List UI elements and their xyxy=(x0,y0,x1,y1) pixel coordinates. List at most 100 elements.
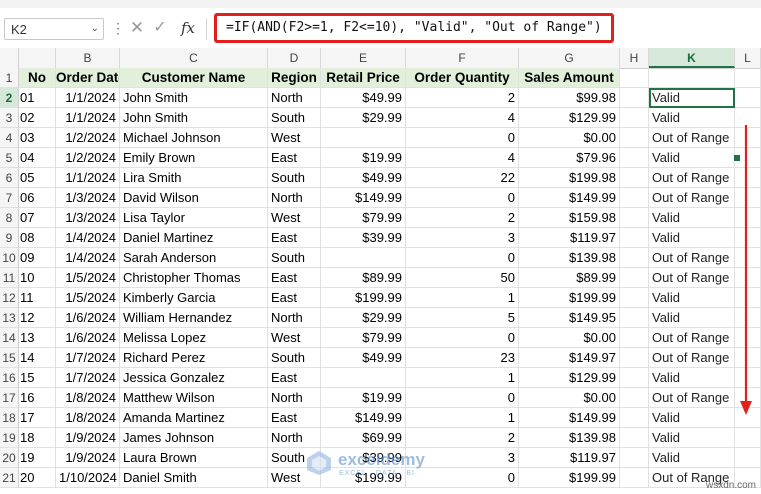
row-header[interactable]: 10 xyxy=(0,248,19,268)
row-header[interactable]: 9 xyxy=(0,228,19,248)
cell-no[interactable]: 18 xyxy=(19,428,56,448)
cell-sales-amount[interactable]: $119.97 xyxy=(519,448,620,468)
column-header-f[interactable]: F xyxy=(406,48,519,68)
cell-retail-price[interactable] xyxy=(321,248,406,268)
select-all-corner[interactable] xyxy=(0,48,19,68)
header-region[interactable]: Region xyxy=(268,68,321,88)
cell-retail-price[interactable]: $69.99 xyxy=(321,428,406,448)
empty-cell[interactable] xyxy=(620,188,649,208)
cell-order-quantity[interactable]: 2 xyxy=(406,208,519,228)
empty-cell[interactable] xyxy=(649,68,735,88)
cell-sales-amount[interactable]: $149.95 xyxy=(519,308,620,328)
cell-retail-price[interactable]: $39.99 xyxy=(321,228,406,248)
empty-cell[interactable] xyxy=(620,88,649,108)
cell-sales-amount[interactable]: $0.00 xyxy=(519,128,620,148)
cell-region[interactable]: West xyxy=(268,128,321,148)
cell-region[interactable]: South xyxy=(268,248,321,268)
cell-no[interactable]: 08 xyxy=(19,228,56,248)
cell-order-date[interactable]: 1/4/2024 xyxy=(56,228,120,248)
cell-validation-result[interactable]: Out of Range xyxy=(649,388,735,408)
cell-no[interactable]: 04 xyxy=(19,148,56,168)
empty-cell[interactable] xyxy=(620,328,649,348)
cell-region[interactable]: South xyxy=(268,168,321,188)
cell-no[interactable]: 10 xyxy=(19,268,56,288)
cell-order-quantity[interactable]: 1 xyxy=(406,288,519,308)
row-header[interactable]: 7 xyxy=(0,188,19,208)
cell-sales-amount[interactable]: $199.98 xyxy=(519,168,620,188)
empty-cell[interactable] xyxy=(620,68,649,88)
row-header[interactable]: 21 xyxy=(0,468,19,488)
empty-cell[interactable] xyxy=(620,408,649,428)
cell-retail-price[interactable]: $79.99 xyxy=(321,328,406,348)
cell-customer-name[interactable]: Michael Johnson xyxy=(120,128,268,148)
row-header[interactable]: 2 xyxy=(0,88,19,108)
cell-sales-amount[interactable]: $139.98 xyxy=(519,428,620,448)
cell-order-quantity[interactable]: 23 xyxy=(406,348,519,368)
cell-sales-amount[interactable]: $0.00 xyxy=(519,328,620,348)
cell-retail-price[interactable] xyxy=(321,128,406,148)
cell-sales-amount[interactable]: $89.99 xyxy=(519,268,620,288)
cell-order-quantity[interactable]: 22 xyxy=(406,168,519,188)
cell-customer-name[interactable]: Kimberly Garcia xyxy=(120,288,268,308)
empty-cell[interactable] xyxy=(620,388,649,408)
cell-sales-amount[interactable]: $79.96 xyxy=(519,148,620,168)
empty-cell[interactable] xyxy=(620,268,649,288)
row-header[interactable]: 13 xyxy=(0,308,19,328)
cell-region[interactable]: North xyxy=(268,428,321,448)
cell-sales-amount[interactable]: $149.99 xyxy=(519,408,620,428)
row-header[interactable]: 16 xyxy=(0,368,19,388)
cell-order-quantity[interactable]: 5 xyxy=(406,308,519,328)
cell-region[interactable]: North xyxy=(268,88,321,108)
cell-region[interactable]: East xyxy=(268,268,321,288)
cell-order-quantity[interactable]: 2 xyxy=(406,428,519,448)
header-customer-name[interactable]: Customer Name xyxy=(120,68,268,88)
cell-retail-price[interactable] xyxy=(321,368,406,388)
cell-sales-amount[interactable]: $119.97 xyxy=(519,228,620,248)
cell-sales-amount[interactable]: $199.99 xyxy=(519,468,620,488)
cell-validation-result[interactable]: Valid xyxy=(649,208,735,228)
cell-retail-price[interactable]: $199.99 xyxy=(321,288,406,308)
cell-order-date[interactable]: 1/1/2024 xyxy=(56,88,120,108)
name-box[interactable]: K2 ⌄ xyxy=(4,18,104,40)
chevron-down-icon[interactable]: ⌄ xyxy=(91,23,99,34)
cell-no[interactable]: 02 xyxy=(19,108,56,128)
cell-customer-name[interactable]: William Hernandez xyxy=(120,308,268,328)
header-order-quantity[interactable]: Order Quantity xyxy=(406,68,519,88)
column-header-h[interactable]: H xyxy=(620,48,649,68)
header-retail-price[interactable]: Retail Price xyxy=(321,68,406,88)
cell-customer-name[interactable]: Christopher Thomas xyxy=(120,268,268,288)
cell-customer-name[interactable]: Laura Brown xyxy=(120,448,268,468)
cell-region[interactable]: East xyxy=(268,368,321,388)
empty-cell[interactable] xyxy=(735,68,761,88)
cancel-icon[interactable]: ✕ xyxy=(128,18,146,38)
row-header[interactable]: 4 xyxy=(0,128,19,148)
cell-order-quantity[interactable]: 0 xyxy=(406,188,519,208)
cell-order-quantity[interactable]: 3 xyxy=(406,228,519,248)
cell-no[interactable]: 15 xyxy=(19,368,56,388)
row-header[interactable]: 19 xyxy=(0,428,19,448)
cell-region[interactable]: East xyxy=(268,288,321,308)
cell-order-date[interactable]: 1/1/2024 xyxy=(56,168,120,188)
cell-validation-result[interactable]: Valid xyxy=(649,368,735,388)
cell-retail-price[interactable]: $29.99 xyxy=(321,308,406,328)
cell-customer-name[interactable]: Richard Perez xyxy=(120,348,268,368)
cell-region[interactable]: North xyxy=(268,388,321,408)
cell-order-date[interactable]: 1/5/2024 xyxy=(56,268,120,288)
cell-no[interactable]: 14 xyxy=(19,348,56,368)
cell-order-quantity[interactable]: 2 xyxy=(406,88,519,108)
cell-region[interactable]: West xyxy=(268,328,321,348)
cell-retail-price[interactable]: $19.99 xyxy=(321,388,406,408)
cell-order-quantity[interactable]: 4 xyxy=(406,148,519,168)
cell-sales-amount[interactable]: $149.99 xyxy=(519,188,620,208)
row-header[interactable]: 14 xyxy=(0,328,19,348)
header-order-date[interactable]: Order Date xyxy=(56,68,120,88)
cell-retail-price[interactable]: $29.99 xyxy=(321,108,406,128)
column-header-g[interactable]: G xyxy=(519,48,620,68)
empty-cell[interactable] xyxy=(620,108,649,128)
cell-validation-result[interactable]: Valid xyxy=(649,428,735,448)
cell-validation-result[interactable]: Valid xyxy=(649,88,735,108)
empty-cell[interactable] xyxy=(620,308,649,328)
empty-cell[interactable] xyxy=(620,248,649,268)
cell-order-date[interactable]: 1/7/2024 xyxy=(56,348,120,368)
cell-order-quantity[interactable]: 0 xyxy=(406,388,519,408)
